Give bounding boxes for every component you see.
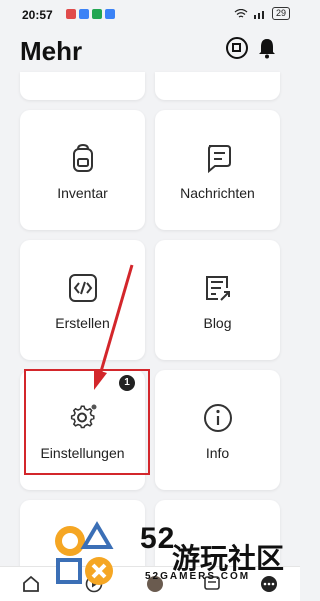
annotation-arrow <box>94 264 134 390</box>
watermark-number: 52 <box>140 522 176 555</box>
watermark-site: 52GAMERS.COM <box>145 571 251 582</box>
more-icon[interactable] <box>260 575 278 593</box>
watermark-logo <box>55 521 114 585</box>
home-icon[interactable] <box>22 575 40 593</box>
